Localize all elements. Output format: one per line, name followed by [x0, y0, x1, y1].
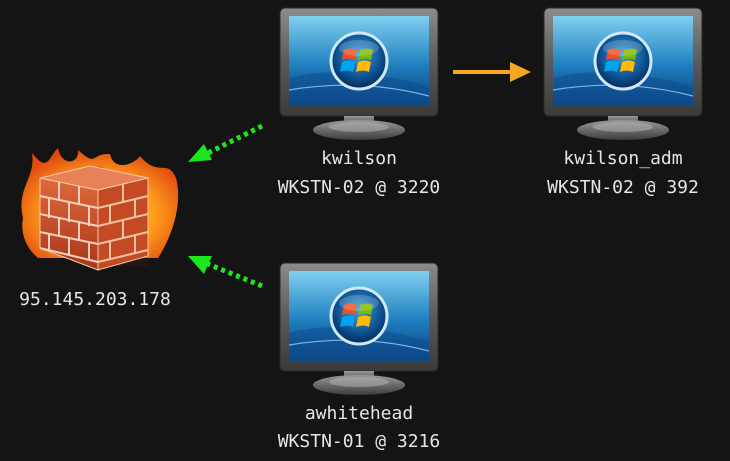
firewall-ip-label: 95.145.203.178 — [19, 289, 171, 310]
beacon-arrow-kwilson — [188, 123, 264, 162]
host-user-label: kwilson_adm — [563, 148, 683, 169]
beacon-arrow-awhitehead — [188, 256, 263, 289]
host-user-label: awhitehead — [304, 403, 414, 424]
firewall-icon — [21, 148, 179, 271]
host-session-label: WKSTN-02 @ 3220 — [277, 177, 441, 198]
host-session-label: WKSTN-01 @ 3216 — [277, 431, 441, 452]
kwilson-adm-monitor-icon[interactable] — [542, 6, 704, 142]
kwilson-monitor-icon[interactable] — [278, 6, 440, 142]
awhitehead-monitor-icon[interactable] — [278, 261, 440, 397]
session-arrow — [453, 62, 531, 82]
diagram-canvas — [21, 6, 704, 397]
host-session-label: WKSTN-02 @ 392 — [547, 177, 699, 198]
host-user-label: kwilson — [321, 148, 397, 169]
